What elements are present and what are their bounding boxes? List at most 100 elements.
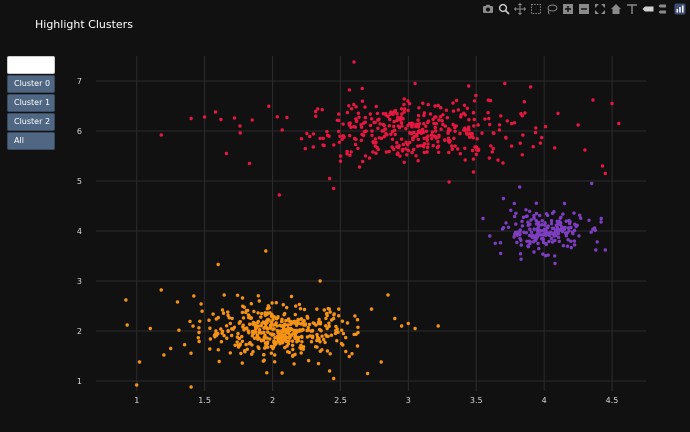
- scatter-point[interactable]: [291, 347, 295, 352]
- scatter-point[interactable]: [488, 234, 492, 238]
- scatter-point[interactable]: [565, 231, 569, 235]
- scatter-point[interactable]: [212, 333, 217, 338]
- scatter-point[interactable]: [384, 112, 388, 116]
- scatter-point[interactable]: [352, 60, 356, 64]
- scatter-point[interactable]: [225, 336, 229, 340]
- scatter-point[interactable]: [534, 211, 539, 216]
- scatter-point[interactable]: [340, 319, 345, 323]
- scatter-point[interactable]: [411, 137, 415, 142]
- scatter-point[interactable]: [293, 352, 297, 357]
- scatter-point[interactable]: [439, 127, 443, 131]
- scatter-point[interactable]: [244, 342, 248, 347]
- scatter-point[interactable]: [247, 161, 252, 166]
- scatter-point[interactable]: [433, 135, 438, 139]
- scatter-point[interactable]: [451, 101, 455, 105]
- zoom-out-icon[interactable]: [577, 3, 590, 16]
- scatter-point[interactable]: [410, 121, 414, 125]
- scatter-point[interactable]: [518, 252, 523, 256]
- scatter-point[interactable]: [440, 119, 444, 123]
- scatter-point[interactable]: [583, 148, 587, 152]
- scatter-point[interactable]: [487, 156, 492, 160]
- scatter-point[interactable]: [297, 321, 301, 325]
- scatter-point[interactable]: [352, 332, 356, 337]
- scatter-point[interactable]: [224, 324, 229, 328]
- scatter-point[interactable]: [359, 138, 364, 142]
- scatter-point[interactable]: [238, 343, 242, 347]
- scatter-point[interactable]: [428, 112, 433, 116]
- lasso-select-icon[interactable]: [545, 3, 558, 16]
- scatter-point[interactable]: [408, 140, 412, 145]
- scatter-point[interactable]: [562, 201, 567, 206]
- scatter-point[interactable]: [413, 326, 417, 331]
- scatter-point[interactable]: [416, 118, 420, 122]
- scatter-point[interactable]: [247, 315, 251, 320]
- scatter-point[interactable]: [273, 353, 277, 357]
- scatter-point[interactable]: [470, 148, 475, 153]
- scatter-point[interactable]: [188, 319, 192, 324]
- scatter-point[interactable]: [434, 115, 438, 119]
- scatter-point[interactable]: [547, 239, 551, 244]
- scatter-point[interactable]: [224, 151, 229, 156]
- scatter-point[interactable]: [422, 113, 426, 118]
- scatter-point[interactable]: [414, 154, 418, 158]
- scatter-point[interactable]: [222, 293, 226, 297]
- scatter-point[interactable]: [200, 309, 204, 313]
- scatter-point[interactable]: [445, 116, 449, 120]
- reset-axes-icon[interactable]: [609, 3, 622, 16]
- scatter-point[interactable]: [399, 324, 404, 328]
- scatter-point[interactable]: [599, 220, 603, 224]
- scatter-point[interactable]: [291, 321, 295, 325]
- scatter-point[interactable]: [560, 229, 565, 234]
- scatter-point[interactable]: [288, 329, 292, 333]
- spike-lines-icon[interactable]: [625, 3, 638, 16]
- scatter-point[interactable]: [456, 147, 460, 151]
- scatter-point[interactable]: [309, 340, 314, 344]
- scatter-point[interactable]: [325, 129, 329, 134]
- scatter-point[interactable]: [148, 326, 152, 331]
- scatter-point[interactable]: [453, 125, 457, 130]
- scatter-point[interactable]: [293, 333, 298, 337]
- scatter-point[interactable]: [443, 138, 447, 142]
- pan-icon[interactable]: [513, 2, 526, 16]
- scatter-point[interactable]: [305, 335, 310, 339]
- scatter-point[interactable]: [483, 117, 487, 121]
- scatter-point[interactable]: [417, 106, 421, 110]
- scatter-point[interactable]: [349, 125, 353, 130]
- scatter-point[interactable]: [594, 248, 598, 252]
- scatter-point[interactable]: [239, 351, 243, 356]
- scatter-point[interactable]: [549, 222, 554, 226]
- scatter-point[interactable]: [354, 117, 358, 121]
- scatter-point[interactable]: [524, 214, 528, 219]
- scatter-point[interactable]: [327, 369, 332, 373]
- scatter-point[interactable]: [270, 332, 274, 336]
- scatter-point[interactable]: [617, 121, 621, 126]
- scatter-point[interactable]: [310, 334, 315, 338]
- scatter-point[interactable]: [124, 298, 128, 302]
- scatter-point[interactable]: [243, 349, 247, 353]
- scatter-point[interactable]: [301, 327, 305, 332]
- scatter-point[interactable]: [422, 142, 427, 146]
- scatter-point[interactable]: [480, 131, 484, 135]
- scatter-point[interactable]: [471, 170, 476, 174]
- scatter-point[interactable]: [266, 326, 270, 330]
- scatter-point[interactable]: [379, 360, 383, 364]
- scatter-point[interactable]: [135, 383, 139, 387]
- scatter-point[interactable]: [509, 208, 513, 212]
- scatter-point[interactable]: [529, 230, 534, 234]
- scatter-point[interactable]: [197, 326, 201, 330]
- scatter-point[interactable]: [353, 314, 357, 318]
- scatter-point[interactable]: [402, 160, 406, 164]
- scatter-point[interactable]: [595, 240, 599, 244]
- scatter-point[interactable]: [363, 115, 367, 120]
- scatter-point[interactable]: [379, 136, 384, 141]
- scatter-point[interactable]: [313, 109, 318, 114]
- scatter-point[interactable]: [350, 352, 354, 356]
- scatter-point[interactable]: [297, 335, 301, 340]
- scatter-point[interactable]: [345, 110, 350, 115]
- scatter-point[interactable]: [532, 216, 536, 220]
- scatter-point[interactable]: [430, 136, 434, 141]
- scatter-point[interactable]: [199, 302, 203, 306]
- scatter-point[interactable]: [393, 316, 397, 321]
- scatter-point[interactable]: [514, 222, 518, 226]
- scatter-point[interactable]: [216, 348, 220, 352]
